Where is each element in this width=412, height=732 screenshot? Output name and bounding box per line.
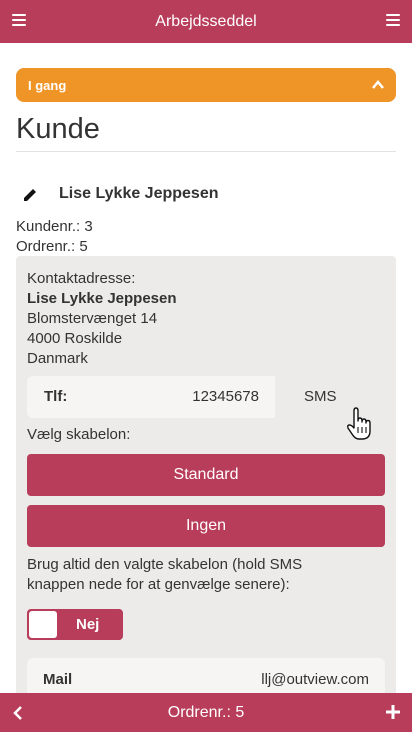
contact-country: Danmark <box>27 350 88 367</box>
plus-icon[interactable] <box>386 705 400 719</box>
chevron-left-icon[interactable] <box>12 706 24 720</box>
contact-name: Lise Lykke Jeppesen <box>27 290 177 307</box>
divider <box>16 151 396 152</box>
mail-label: Mail <box>43 671 73 688</box>
contact-panel: Kontaktadresse: Lise Lykke Jeppesen Blom… <box>16 256 396 693</box>
sms-button[interactable]: SMS <box>304 388 337 405</box>
phone-value: 12345678 <box>192 388 259 405</box>
phone-row[interactable]: Tlf: 12345678 <box>27 376 275 418</box>
contact-city: 4000 Roskilde <box>27 330 123 347</box>
mail-value: llj@outview.com <box>261 671 369 688</box>
customer-name: Lise Lykke Jeppesen <box>59 185 219 202</box>
toggle-knob <box>29 611 57 638</box>
order-number: Ordrenr.: 5 <box>16 238 88 255</box>
page-title: Arbejdsseddel <box>155 12 257 30</box>
main-content[interactable]: I gang Kunde Lise Lykke Jeppesen Kundenr… <box>0 43 412 693</box>
standard-template-button[interactable]: Standard <box>27 454 385 496</box>
status-collapsible-header[interactable]: I gang <box>16 68 396 102</box>
edit-pencil-icon[interactable] <box>22 187 38 203</box>
phone-label: Tlf: <box>44 388 68 405</box>
always-use-toggle[interactable]: Nej <box>27 609 123 640</box>
customer-number: Kundenr.: 3 <box>16 218 93 235</box>
always-use-template-text: Brug altid den valgte skabelon (hold SMS… <box>27 556 303 593</box>
bottom-app-bar: Ordrenr.: 5 <box>0 693 412 732</box>
toggle-label: Nej <box>76 616 100 633</box>
no-template-button[interactable]: Ingen <box>27 505 385 547</box>
menu-icon[interactable] <box>12 14 26 26</box>
chevron-up-icon <box>372 80 384 89</box>
template-label: Vælg skabelon: <box>27 426 131 443</box>
contact-street: Blomstervænget 14 <box>27 310 158 327</box>
status-label: I gang <box>28 77 67 93</box>
section-title: Kunde <box>16 113 100 145</box>
menu-icon[interactable] <box>386 14 400 26</box>
hand-cursor-icon <box>347 407 371 440</box>
footer-order-number: Ordrenr.: 5 <box>167 703 245 721</box>
contact-heading: Kontaktadresse: <box>27 270 136 287</box>
mail-row[interactable]: Mail llj@outview.com <box>27 658 385 693</box>
contact-address: Kontaktadresse: Lise Lykke Jeppesen Blom… <box>27 269 177 369</box>
top-app-bar: Arbejdsseddel <box>0 0 412 43</box>
